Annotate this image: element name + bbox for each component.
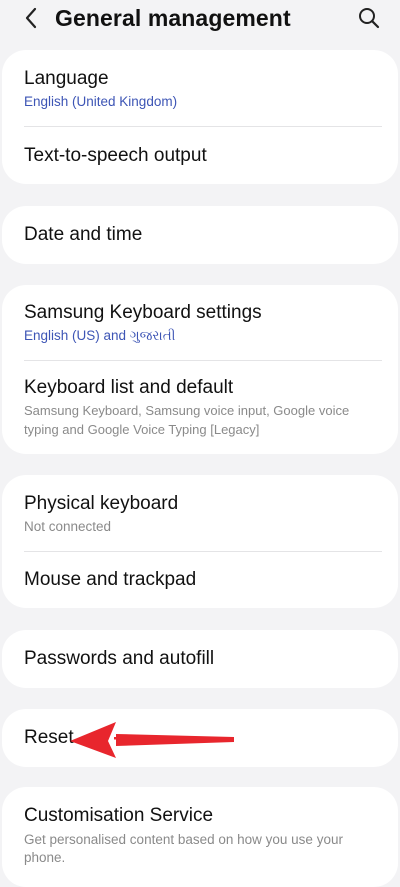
language-title: Language xyxy=(24,68,109,89)
samsung-keyboard-settings-item[interactable]: Samsung Keyboard settings English (US) a… xyxy=(2,285,398,360)
search-icon xyxy=(359,8,380,29)
reset-title: Reset xyxy=(24,727,74,748)
customisation-service-subtitle-line2: phone. xyxy=(24,850,66,865)
physical-keyboard-title: Physical keyboard xyxy=(24,493,179,514)
language-subtitle: English (United Kingdom) xyxy=(24,94,178,109)
mouse-and-trackpad-title: Mouse and trackpad xyxy=(24,569,197,590)
samsung-keyboard-settings-subtitle: English (US) and ગુજરાતી xyxy=(24,328,176,343)
customisation-service-subtitle-line1: Get personalised content based on how yo… xyxy=(24,832,343,847)
page-title: General management xyxy=(55,5,291,31)
text-to-speech-item[interactable]: Text-to-speech output xyxy=(2,127,398,184)
red-arrow-annotation-icon xyxy=(70,722,234,758)
samsung-keyboard-settings-title: Samsung Keyboard settings xyxy=(24,302,262,323)
text-to-speech-title: Text-to-speech output xyxy=(24,145,207,166)
keyboard-list-item[interactable]: Keyboard list and default Samsung Keyboa… xyxy=(2,361,398,454)
date-and-time-item[interactable]: Date and time xyxy=(2,206,398,264)
card-date-time: Date and time xyxy=(2,206,398,264)
physical-keyboard-subtitle: Not connected xyxy=(24,519,112,534)
search-button[interactable] xyxy=(356,5,382,31)
mouse-and-trackpad-item[interactable]: Mouse and trackpad xyxy=(2,552,398,608)
passwords-and-autofill-title: Passwords and autofill xyxy=(24,648,215,669)
customisation-service-item[interactable]: Customisation Service Get personalised c… xyxy=(2,787,398,887)
back-button[interactable] xyxy=(18,4,46,32)
chevron-left-icon xyxy=(25,7,37,29)
card-language-speech: Language English (United Kingdom) Text-t… xyxy=(2,50,398,184)
keyboard-list-subtitle-line2: typing and Google Voice Typing [Legacy] xyxy=(24,422,260,437)
app-header: General management xyxy=(0,0,400,38)
card-keyboards: Samsung Keyboard settings English (US) a… xyxy=(2,285,398,454)
physical-keyboard-item[interactable]: Physical keyboard Not connected xyxy=(2,475,398,551)
keyboard-list-title: Keyboard list and default xyxy=(24,377,234,398)
customisation-service-title: Customisation Service xyxy=(24,805,214,826)
keyboard-list-subtitle-line1: Samsung Keyboard, Samsung voice input, G… xyxy=(24,403,350,418)
language-item[interactable]: Language English (United Kingdom) xyxy=(2,50,398,126)
card-customisation: Customisation Service Get personalised c… xyxy=(2,787,398,887)
date-and-time-title: Date and time xyxy=(24,224,143,245)
card-passwords: Passwords and autofill xyxy=(2,630,398,688)
card-input-devices: Physical keyboard Not connected Mouse an… xyxy=(2,475,398,608)
passwords-and-autofill-item[interactable]: Passwords and autofill xyxy=(2,630,398,688)
